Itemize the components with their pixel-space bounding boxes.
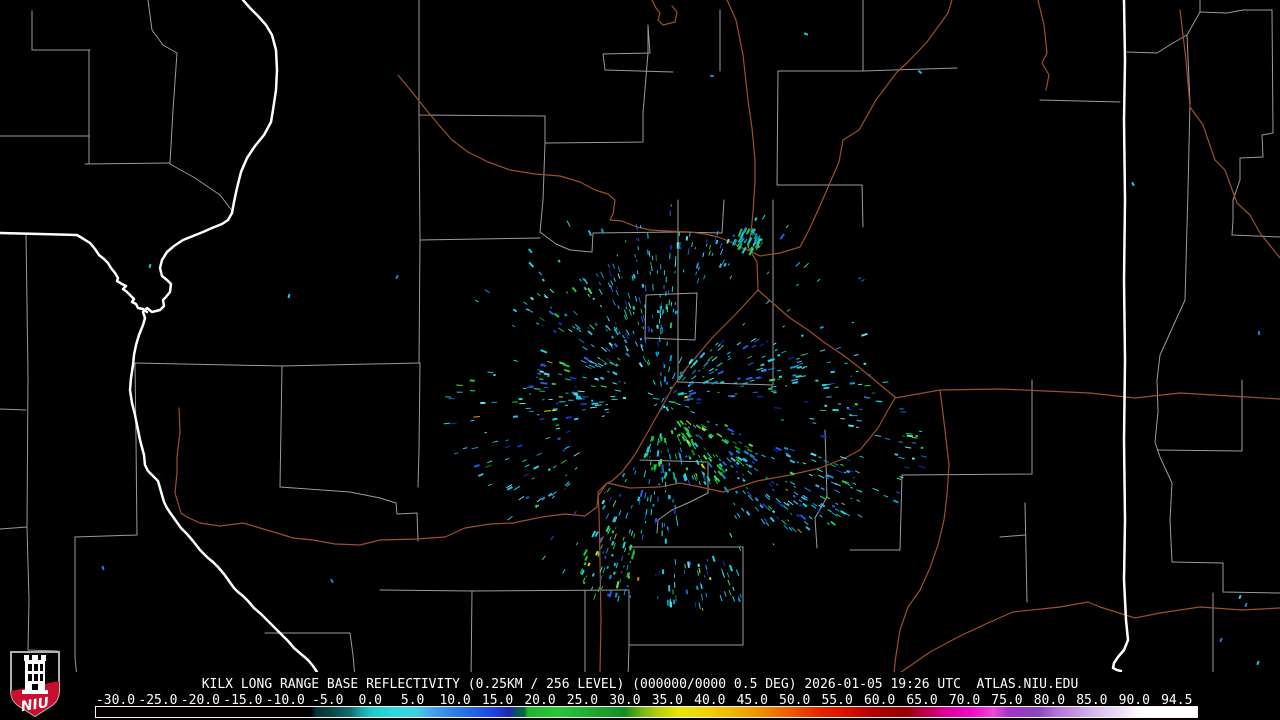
- reflectivity-colorbar: [95, 706, 1198, 718]
- castle-tower-icon: [22, 655, 48, 694]
- radar-display-screen: KILX LONG RANGE BASE REFLECTIVITY (0.25K…: [0, 0, 1280, 720]
- radar-echoes: [101, 32, 1261, 666]
- county-boundary-lines: [0, 0, 1280, 672]
- radar-caption: KILX LONG RANGE BASE REFLECTIVITY (0.25K…: [201, 677, 1079, 692]
- radar-map: [0, 0, 1280, 672]
- niu-logo: NIU: [10, 651, 60, 718]
- niu-logo-text: NIU: [20, 695, 51, 715]
- highway-lines: [174, 0, 1280, 672]
- colorbar-scale-labels: -30.0 -25.0 -20.0 -15.0 -10.0 -5.0 0.0 5.0 10.0 1…: [0, 693, 1280, 708]
